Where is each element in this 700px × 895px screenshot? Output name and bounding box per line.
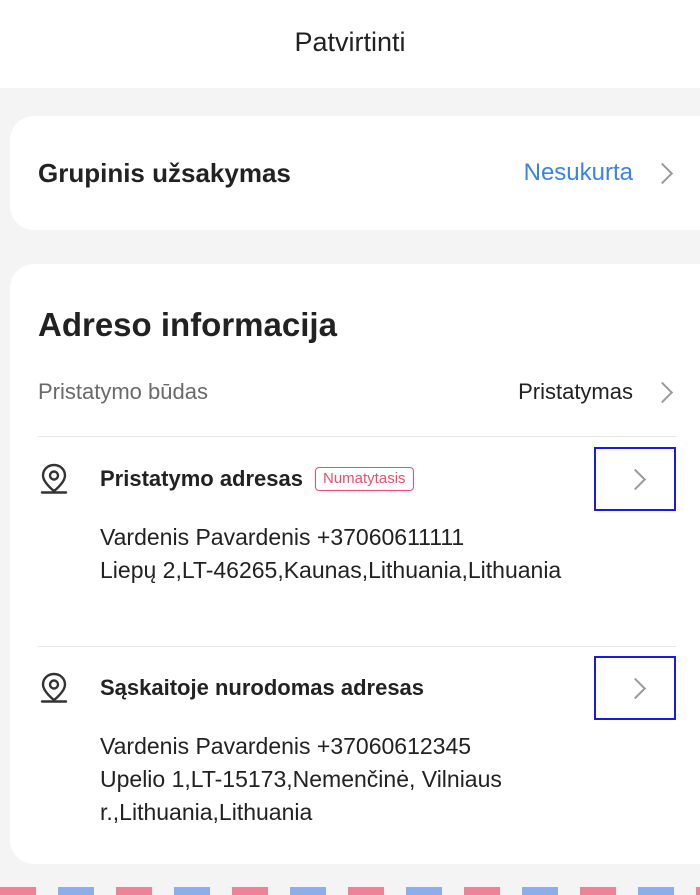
address-info-card: Adreso informacija Pristatymo būdas Pris…	[10, 264, 700, 864]
envelope-stripe-divider	[0, 887, 700, 895]
location-pin-icon	[36, 670, 72, 706]
page-header: Patvirtinti	[0, 0, 700, 88]
chevron-right-icon	[651, 381, 674, 403]
shipping-contact: Vardenis Pavardenis +37060611111	[100, 524, 465, 550]
billing-address-text: Upelio 1,LT-15173,Nemenčinė, Vilniaus r.…	[100, 766, 502, 825]
divider	[38, 646, 676, 647]
billing-contact: Vardenis Pavardenis +37060612345	[100, 733, 472, 759]
edit-billing-address-button[interactable]	[594, 656, 676, 720]
group-order-row[interactable]: Grupinis užsakymas Nesukurta	[38, 116, 674, 230]
location-pin-icon	[36, 461, 72, 497]
page-title: Patvirtinti	[294, 26, 406, 57]
billing-address-header: Sąskaitoje nurodomas adresas	[30, 656, 676, 720]
chevron-right-icon	[624, 677, 646, 699]
delivery-method-label: Pristatymo būdas	[38, 379, 208, 404]
divider	[38, 436, 676, 437]
shipping-address-details: Vardenis Pavardenis +37060611111 Liepų 2…	[100, 521, 640, 587]
address-section-title: Adreso informacija	[38, 306, 337, 343]
group-order-label: Grupinis užsakymas	[38, 157, 291, 188]
billing-address-block: Sąskaitoje nurodomas adresas Vardenis Pa…	[30, 656, 676, 829]
group-order-card: Grupinis užsakymas Nesukurta	[10, 116, 700, 230]
delivery-method-row[interactable]: Pristatymo būdas Pristatymas	[38, 372, 674, 412]
shipping-address-header: Pristatymo adresas Numatytasis	[30, 447, 676, 511]
shipping-address-title: Pristatymo adresas	[100, 466, 303, 491]
chevron-right-icon	[651, 162, 674, 184]
chevron-right-icon	[624, 468, 646, 490]
edit-shipping-address-button[interactable]	[594, 447, 676, 511]
delivery-method-value: Pristatymas	[518, 379, 633, 404]
shipping-address-block: Pristatymo adresas Numatytasis Vardenis …	[30, 447, 676, 587]
billing-address-title: Sąskaitoje nurodomas adresas	[100, 675, 425, 700]
shipping-address-text: Liepų 2,LT-46265,Kaunas,Lithuania,Lithua…	[100, 557, 562, 583]
billing-address-details: Vardenis Pavardenis +37060612345 Upelio …	[100, 730, 640, 829]
group-order-status: Nesukurta	[523, 159, 633, 186]
default-badge: Numatytasis	[315, 467, 414, 491]
